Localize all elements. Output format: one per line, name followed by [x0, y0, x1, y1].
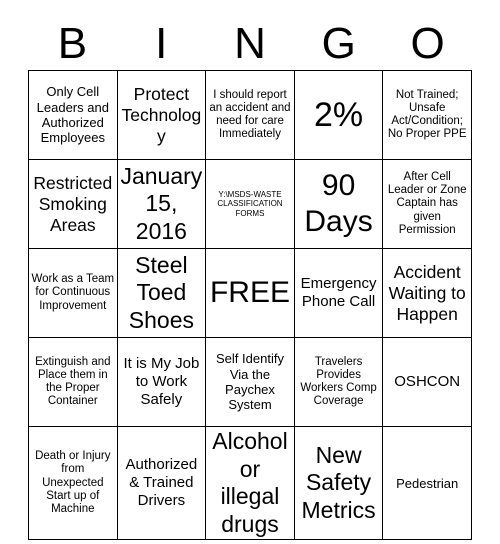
bingo-cell[interactable]: New Safety Metrics: [293, 425, 384, 541]
bingo-cell[interactable]: I should report an accident and need for…: [205, 70, 295, 160]
bingo-cell[interactable]: Emergency Phone Call: [293, 248, 384, 338]
bingo-cell[interactable]: Y:\MSDS-WASTE CLASSIFICATION FORMS: [205, 159, 295, 249]
header-letter-b: B: [57, 19, 88, 68]
bingo-cell-label: Not Trained; Unsafe Act/Condition; No Pr…: [387, 88, 467, 141]
bingo-row: Extinguish and Place them in the Proper …: [28, 337, 472, 427]
bingo-cell-label: Only Cell Leaders and Authorized Employe…: [36, 84, 109, 146]
bingo-cell-label: Steel Toed Shoes: [128, 251, 194, 333]
bingo-cell[interactable]: Not Trained; Unsafe Act/Condition; No Pr…: [382, 70, 472, 160]
bingo-cell-label: Emergency Phone Call: [300, 275, 377, 310]
bingo-cell[interactable]: Travelers Provides Workers Comp Coverage: [293, 337, 384, 427]
bingo-cell[interactable]: Extinguish and Place them in the Proper …: [28, 337, 118, 427]
header-letter-o: O: [410, 19, 445, 68]
bingo-cell-label: Authorized & Trained Drivers: [125, 456, 198, 510]
bingo-cell[interactable]: OSHCON: [382, 337, 472, 427]
bingo-cell[interactable]: Authorized & Trained Drivers: [116, 425, 207, 541]
bingo-row: Restricted Smoking Areas January 15, 201…: [28, 159, 472, 249]
bingo-cell-label: Accident Waiting to Happen: [388, 261, 466, 324]
bingo-cell-label: 2%: [314, 95, 364, 134]
bingo-row: Death or Injury from Unexpected Start up…: [28, 425, 472, 541]
bingo-cell-label: Self Identify Via the Paychex System: [216, 351, 284, 413]
bingo-cell-label: Restricted Smoking Areas: [33, 172, 113, 235]
bingo-cell[interactable]: After Cell Leader or Zone Captain has gi…: [382, 159, 472, 249]
bingo-cell[interactable]: Work as a Team for Continuous Improvemen…: [28, 248, 118, 338]
bingo-cell[interactable]: Pedestrian: [382, 425, 472, 541]
bingo-cell-label: Death or Injury from Unexpected Start up…: [35, 450, 111, 516]
bingo-cell-label: Work as a Team for Continuous Improvemen…: [31, 273, 115, 312]
bingo-card: B I N G O Only Cell Leaders and Authoriz…: [0, 0, 500, 544]
bingo-cell[interactable]: Protect Technology: [116, 70, 207, 160]
bingo-cell-label: New Safety Metrics: [301, 441, 376, 523]
bingo-row: Work as a Team for Continuous Improvemen…: [28, 248, 472, 338]
bingo-cell-label: OSHCON: [394, 373, 461, 390]
bingo-cell[interactable]: Only Cell Leaders and Authorized Employe…: [28, 70, 118, 160]
bingo-cell[interactable]: Steel Toed Shoes: [116, 248, 207, 338]
bingo-cell-label: Protect Technology: [121, 83, 202, 146]
bingo-cell-label: 90 Days: [304, 169, 373, 238]
bingo-cell-label: January 15, 2016: [120, 162, 203, 244]
bingo-cell-label: It is My Job to Work Safely: [123, 355, 200, 408]
bingo-cell-label: Travelers Provides Workers Comp Coverage: [300, 355, 377, 408]
bingo-header: B I N G O: [28, 18, 472, 70]
bingo-cell[interactable]: 2%: [293, 70, 384, 160]
bingo-cell[interactable]: Alcohol or illegal drugs: [205, 425, 295, 541]
bingo-grid: Only Cell Leaders and Authorized Employe…: [28, 70, 472, 541]
bingo-cell-label: Y:\MSDS-WASTE CLASSIFICATION FORMS: [217, 190, 283, 218]
bingo-cell-label: Extinguish and Place them in the Proper …: [35, 355, 111, 408]
header-letter-i: I: [155, 19, 168, 68]
bingo-cell[interactable]: It is My Job to Work Safely: [116, 337, 207, 427]
bingo-cell-label: Pedestrian: [396, 475, 459, 491]
header-letter-g: G: [321, 19, 356, 68]
bingo-cell[interactable]: 90 Days: [293, 159, 384, 249]
bingo-cell-label: After Cell Leader or Zone Captain has gi…: [387, 170, 467, 236]
bingo-row: Only Cell Leaders and Authorized Employe…: [28, 70, 472, 160]
bingo-cell[interactable]: Self Identify Via the Paychex System: [205, 337, 295, 427]
bingo-cell-label: FREE: [209, 276, 290, 309]
bingo-cell[interactable]: Restricted Smoking Areas: [28, 159, 118, 249]
bingo-cell-label: I should report an accident and need for…: [209, 88, 291, 141]
bingo-cell[interactable]: Death or Injury from Unexpected Start up…: [28, 425, 118, 541]
bingo-cell[interactable]: January 15, 2016: [116, 159, 207, 249]
header-letter-n: N: [234, 19, 266, 68]
bingo-cell-label: Alcohol or illegal drugs: [212, 428, 288, 537]
bingo-cell-free[interactable]: FREE: [205, 248, 295, 338]
bingo-cell[interactable]: Accident Waiting to Happen: [382, 248, 472, 338]
